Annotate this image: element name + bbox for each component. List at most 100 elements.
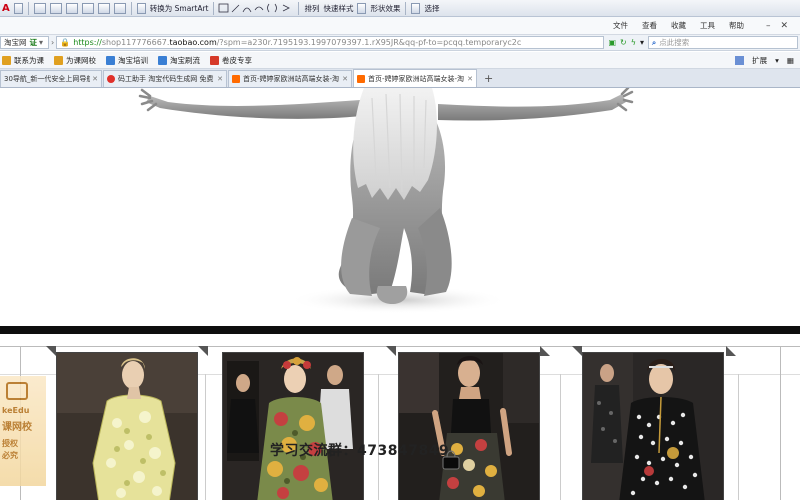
bookmarks-right-tools: 扩展 ▾ ▦ — [735, 55, 800, 66]
close-icon[interactable]: ✕ — [92, 75, 98, 83]
extensions-button[interactable]: 扩展 — [752, 55, 767, 66]
bookmark-icon — [106, 55, 115, 65]
arrange-button[interactable]: 排列 — [302, 3, 321, 14]
select-button[interactable]: 选择 — [422, 3, 441, 14]
bookmark-icon — [2, 55, 11, 65]
tab-title: 首页-娉婷家欧洲站高端女装-淘 — [368, 74, 465, 83]
tab-30-navigation[interactable]: 30导航_新一代安全上网导航 ✕ — [0, 70, 102, 87]
ribbon-separator — [298, 1, 300, 15]
product-photo — [57, 353, 197, 500]
bookmark-contact[interactable]: 联系为课 — [2, 55, 44, 66]
bookmark-taobao-traffic[interactable]: 淘宝刷流 — [158, 55, 200, 66]
bookmark-label: 淘宝培训 — [118, 55, 148, 65]
new-tab-button[interactable]: + — [478, 70, 499, 87]
tab-strip: 30导航_新一代安全上网导航 ✕ 码工助手 淘宝代码生成网 免费 ✕ 首页-娉婷… — [0, 69, 800, 88]
frame-line — [560, 374, 561, 500]
watermark-text: 授权 — [2, 439, 18, 448]
site-identity-badge[interactable]: 淘宝网 证 ▾ — [0, 36, 50, 49]
product-card[interactable] — [56, 352, 198, 500]
shape-effect-button[interactable]: 形状效果 — [368, 3, 402, 14]
extensions-icon — [735, 55, 745, 65]
menu-view[interactable]: 查看 — [642, 20, 657, 31]
browser-menu-bar: 文件 查看 收藏 工具 帮助 – ✕ — [0, 17, 800, 35]
chevron-down-icon[interactable]: ▾ — [640, 38, 644, 47]
justify-icon[interactable] — [81, 2, 94, 14]
bookmark-icon — [210, 55, 219, 65]
watermark-text: 必究 — [2, 451, 18, 460]
ribbon-separator — [213, 1, 215, 15]
search-input[interactable]: ⌕ 点此搜索 — [648, 36, 798, 49]
refresh-icon[interactable]: ↻ — [620, 38, 627, 47]
chevron-down-icon[interactable]: ▾ — [775, 56, 779, 65]
close-icon[interactable]: ✕ — [342, 75, 348, 83]
menu-favorites[interactable]: 收藏 — [671, 20, 686, 31]
close-icon[interactable]: ✕ — [217, 75, 223, 83]
translate-icon[interactable]: ▣ — [608, 38, 616, 47]
forward-arrow-icon[interactable]: › — [51, 38, 54, 47]
chevron-down-icon: ▾ — [39, 38, 44, 47]
menu-help[interactable]: 帮助 — [729, 20, 744, 31]
lightning-icon[interactable]: ϟ — [631, 38, 636, 47]
columns-icon[interactable] — [97, 2, 110, 14]
bookmarks-bar: 联系为课 为课网校 淘宝培训 淘宝刷流 卷皮专享 扩展 ▾ ▦ — [0, 52, 800, 69]
quick-style-button[interactable]: 快速样式 — [321, 3, 355, 14]
url-input[interactable]: 🔒 https:// shop117776667. taobao.com /?s… — [56, 36, 605, 49]
grid-icon[interactable]: ▦ — [787, 56, 794, 65]
smartart-icon[interactable] — [136, 2, 146, 14]
lock-icon: 🔒 — [60, 38, 71, 47]
bookmark-weike[interactable]: 为课网校 — [54, 55, 96, 66]
watermark-text: keEdu — [2, 406, 30, 415]
bookmark-label: 为课网校 — [66, 55, 96, 65]
taobao-favicon-icon — [357, 74, 365, 83]
url-host: taobao.com — [169, 38, 217, 47]
search-icon: ⌕ — [652, 37, 657, 47]
menu-file[interactable]: 文件 — [613, 20, 628, 31]
bookmark-label: 卷皮专享 — [222, 55, 252, 65]
product-photo — [223, 353, 363, 500]
ribbon-separator — [405, 1, 407, 15]
align-left-icon[interactable] — [33, 2, 46, 14]
watermark-logo-icon — [6, 382, 28, 400]
qq-group-overlay-text: 学习交流群：473847849 — [270, 443, 450, 459]
minimize-icon[interactable]: – — [766, 21, 771, 31]
close-icon[interactable]: ✕ — [467, 75, 473, 83]
tab-shop-home[interactable]: 首页-娉婷家欧洲站高端女装-淘 ✕ — [228, 70, 352, 87]
tab-title: 首页-娉婷家欧洲站高端女装-淘 — [243, 75, 340, 83]
frame-line — [378, 374, 379, 500]
product-card[interactable] — [398, 352, 540, 500]
convert-smartart-button[interactable]: 转换为 SmartArt — [148, 3, 211, 14]
address-tools: ▣ ↻ ϟ ▾ — [608, 38, 644, 47]
hero-banner[interactable] — [0, 88, 800, 326]
select-icon — [411, 2, 421, 14]
tab-code-helper[interactable]: 码工助手 淘宝代码生成网 免费 ✕ — [103, 70, 227, 87]
product-photo — [399, 353, 539, 500]
hero-model-image — [138, 88, 634, 314]
product-photo — [583, 353, 723, 500]
font-color-button[interactable]: A — [0, 3, 12, 14]
site-name: 淘宝网 — [4, 38, 27, 47]
dropdown-icon[interactable] — [13, 2, 23, 14]
hero-divider-band — [0, 326, 800, 334]
bookmark-icon — [54, 55, 63, 65]
url-host-prefix: shop117776667. — [101, 38, 170, 47]
bookmark-taobao-training[interactable]: 淘宝培训 — [106, 55, 148, 66]
frame-line — [738, 374, 739, 500]
url-path: /?spm=a230r.7195193.1997079397.1.rX95JR&… — [216, 38, 522, 47]
bookmark-label: 联系为课 — [14, 55, 44, 65]
shapes-gallery-icon[interactable] — [217, 2, 295, 14]
product-card[interactable] — [582, 352, 724, 500]
align-right-icon[interactable] — [65, 2, 78, 14]
watermark-text: 课网校 — [2, 422, 32, 433]
bookmark-juanpi[interactable]: 卷皮专享 — [210, 55, 252, 66]
certificate-badge: 证 — [29, 38, 38, 47]
bookmark-label: 淘宝刷流 — [170, 55, 200, 65]
tab-shop-home-active[interactable]: 首页-娉婷家欧洲站高端女装-淘 ✕ — [353, 69, 477, 87]
menu-tools[interactable]: 工具 — [700, 20, 715, 31]
url-scheme: https:// — [73, 38, 102, 47]
window-controls: – ✕ — [766, 21, 788, 31]
align-center-icon[interactable] — [49, 2, 62, 14]
close-icon[interactable]: ✕ — [780, 21, 788, 31]
text-box-icon[interactable] — [113, 2, 126, 14]
product-gallery: keEdu 课网校 授权 必究 — [0, 334, 800, 500]
product-card[interactable] — [222, 352, 364, 500]
